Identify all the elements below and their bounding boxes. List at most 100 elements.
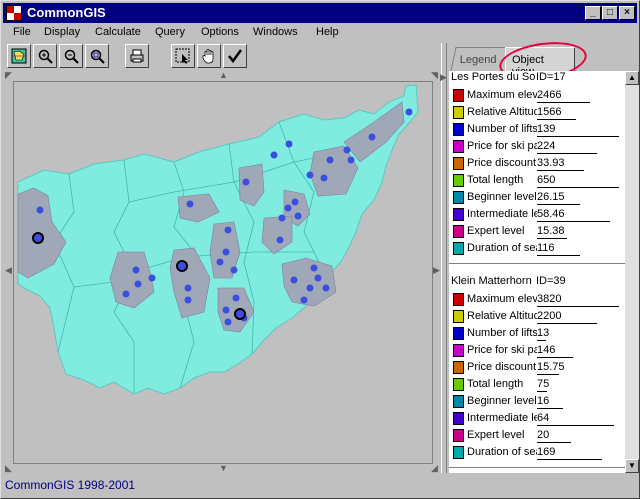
attribute-name: Expert level xyxy=(467,225,525,237)
attribute-value: 224 xyxy=(537,140,556,152)
zoom-out-button[interactable] xyxy=(59,44,83,68)
attribute-color-swatch xyxy=(453,412,464,425)
attribute-name: Duration of season xyxy=(467,242,537,254)
attribute-value-bar xyxy=(537,357,573,358)
attribute-color-swatch xyxy=(453,174,464,187)
scroll-down-button[interactable]: ▼ xyxy=(625,459,639,473)
attribute-value-bar xyxy=(537,136,619,137)
menu-calculate[interactable]: Calculate xyxy=(95,26,141,38)
checkmark-icon xyxy=(228,49,243,64)
toolbar xyxy=(3,43,443,69)
attribute-name: Relative Altitude xyxy=(467,106,537,118)
object-id: ID=39 xyxy=(536,275,566,287)
zoom-out-icon xyxy=(64,49,79,64)
attribute-value: 116 xyxy=(537,242,555,254)
attribute-row: Maximum elevation2466 xyxy=(451,87,625,104)
attribute-value: 75 xyxy=(537,378,550,390)
attribute-value: 2466 xyxy=(537,89,562,101)
menu-help[interactable]: Help xyxy=(316,26,339,38)
scroll-up-button[interactable]: ▲ xyxy=(625,71,639,85)
object-separator xyxy=(449,467,625,468)
attribute-row: Beginner level 16 xyxy=(451,393,625,410)
print-button[interactable] xyxy=(125,44,149,68)
menu-query[interactable]: Query xyxy=(155,26,185,38)
attribute-row: Relative Altitude2200 xyxy=(451,308,625,325)
object-name: Les Portes du Soleil xyxy=(451,71,536,83)
pan-left-arrow-icon[interactable]: ◀ xyxy=(5,266,12,275)
attribute-row: Number of lifts 139 xyxy=(451,121,625,138)
attribute-color-swatch xyxy=(453,140,464,153)
collapse-left-arrow-icon[interactable]: ▶ xyxy=(440,73,447,82)
attribute-row: Price discount 15.75 xyxy=(451,359,625,376)
app-window: CommonGIS _ □ × File Display Calculate Q… xyxy=(0,0,640,499)
attribute-value: 169 xyxy=(537,446,556,458)
attribute-value: 16 xyxy=(537,395,550,407)
maximize-button[interactable]: □ xyxy=(602,6,618,20)
hand-icon xyxy=(202,49,214,64)
attribute-name: Number of lifts xyxy=(467,123,537,135)
attribute-value: 26.15 xyxy=(537,191,565,203)
attribute-row: Expert level 20 xyxy=(451,427,625,444)
close-button[interactable]: × xyxy=(619,6,635,20)
attribute-row: Duration of season116 xyxy=(451,240,625,257)
app-logo-icon xyxy=(6,5,22,21)
attribute-value: 15.75 xyxy=(537,361,565,373)
zoom-in-button[interactable] xyxy=(33,44,57,68)
attribute-name: Number of lifts xyxy=(467,327,537,339)
menu-windows[interactable]: Windows xyxy=(253,26,298,38)
attribute-row: Expert level 15.38 xyxy=(451,223,625,240)
title-bar[interactable]: CommonGIS _ □ × xyxy=(3,3,637,23)
vertical-scrollbar[interactable]: ▲ ▼ xyxy=(625,71,639,473)
attribute-row: Intermediate level58.46 xyxy=(451,206,625,223)
menu-file[interactable]: File xyxy=(13,26,31,38)
pan-right-arrow-icon[interactable]: ▶ xyxy=(433,266,440,275)
attribute-value-bar xyxy=(537,425,614,426)
window-title: CommonGIS xyxy=(27,5,106,20)
attribute-color-swatch xyxy=(453,310,464,323)
attribute-row: Price for ski pass224 xyxy=(451,138,625,155)
pan-up-arrow-icon[interactable]: ▲ xyxy=(219,71,228,80)
menu-options[interactable]: Options xyxy=(201,26,239,38)
attribute-value: 139 xyxy=(537,123,556,135)
zoom-fit-button[interactable] xyxy=(85,44,109,68)
map-icon xyxy=(11,48,27,64)
attribute-name: Maximum elevation xyxy=(467,293,537,305)
attribute-row: Number of lifts 13 xyxy=(451,325,625,342)
attribute-value-bar xyxy=(537,204,580,205)
menu-bar: File Display Calculate Query Options Win… xyxy=(3,24,637,42)
object-header: Klein Matterhorn ID=39 xyxy=(451,275,566,291)
object-id: ID=17 xyxy=(536,71,566,83)
corner-arrow-icon: ◤ xyxy=(5,70,12,80)
attribute-value-bar xyxy=(537,442,571,443)
object-header: Les Portes du SoleilID=17 xyxy=(451,71,566,87)
pan-button[interactable] xyxy=(197,44,221,68)
attribute-value: 3820 xyxy=(537,293,562,305)
attribute-color-swatch xyxy=(453,344,464,357)
attribute-name: Maximum elevation xyxy=(467,89,537,101)
attribute-value-bar xyxy=(537,153,597,154)
attribute-value-bar xyxy=(537,374,559,375)
attribute-row: Price discount 33.93 xyxy=(451,155,625,172)
attribute-row: Duration of season169 xyxy=(451,444,625,461)
map-canvas[interactable] xyxy=(13,81,433,464)
minimize-button[interactable]: _ xyxy=(585,6,601,20)
attribute-color-swatch xyxy=(453,242,464,255)
attribute-value-bar xyxy=(537,170,584,171)
attribute-value-bar xyxy=(537,459,602,460)
attribute-row: Total length 75 xyxy=(451,376,625,393)
attribute-name: Total length xyxy=(467,378,524,390)
select-button[interactable] xyxy=(171,44,195,68)
pan-down-arrow-icon[interactable]: ▼ xyxy=(219,464,228,473)
object-separator xyxy=(449,263,625,264)
map-svg[interactable] xyxy=(14,82,434,465)
map-view-button[interactable] xyxy=(7,44,31,68)
corner-arrow-icon: ◥ xyxy=(431,70,438,80)
attribute-value: 33.93 xyxy=(537,157,565,169)
apply-button[interactable] xyxy=(223,44,247,68)
attribute-color-swatch xyxy=(453,395,464,408)
menu-display[interactable]: Display xyxy=(44,26,80,38)
attribute-name: Price for ski pass xyxy=(467,140,537,152)
attribute-value: 13 xyxy=(537,327,550,339)
attribute-row: Relative Altitude1566 xyxy=(451,104,625,121)
selection-arrow-icon xyxy=(175,48,190,64)
